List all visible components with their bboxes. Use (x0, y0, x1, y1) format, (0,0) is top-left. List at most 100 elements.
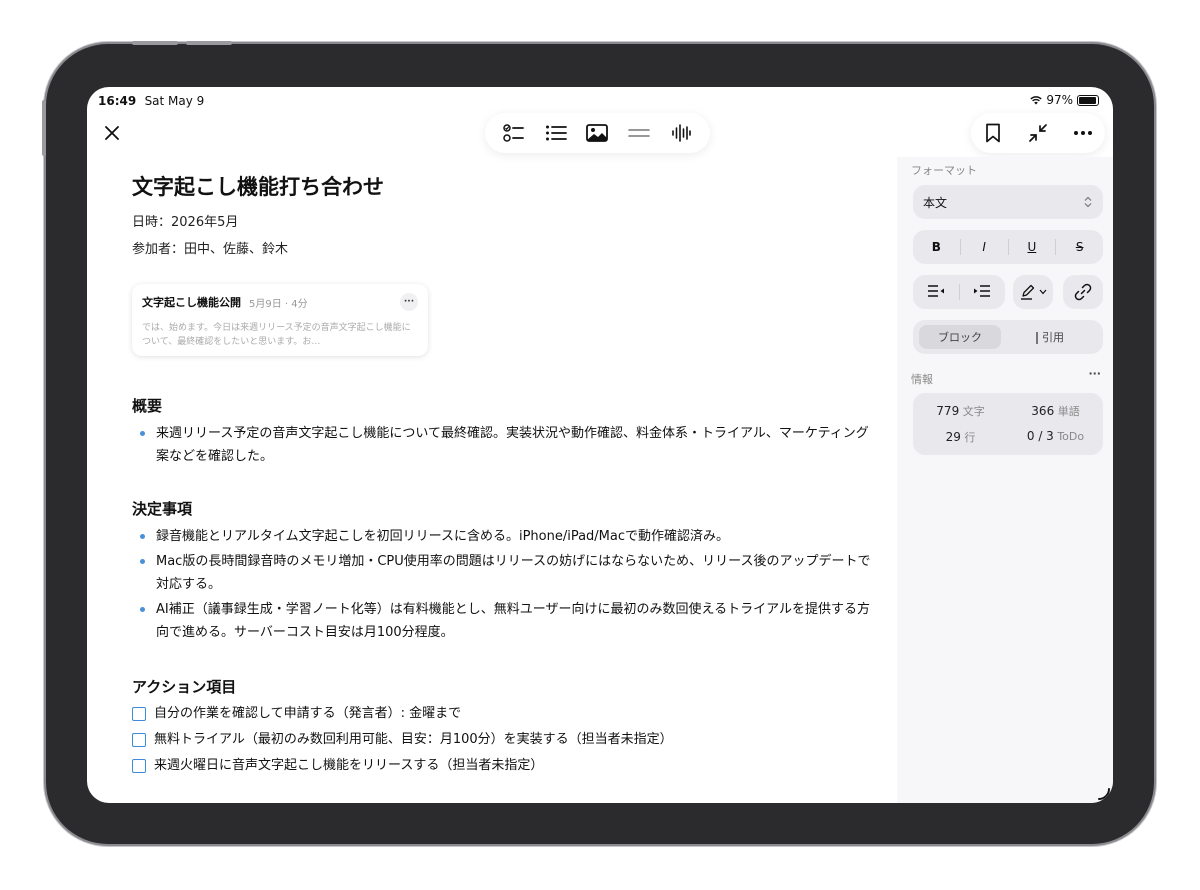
decisions-heading[interactable]: 決定事項 (132, 498, 872, 519)
checklist-icon (503, 124, 524, 142)
indent-button[interactable] (960, 284, 1006, 301)
chevron-down-icon (1039, 289, 1046, 295)
status-right: 97% (1030, 93, 1099, 107)
overview-heading[interactable]: 概要 (132, 395, 872, 416)
top-button-1 (132, 41, 178, 45)
outdent-icon (927, 284, 944, 297)
document-title[interactable]: 文字起こし機能打ち合わせ (132, 171, 872, 201)
stat-item: 366 単語 (1008, 403, 1103, 419)
todo-text[interactable]: 来週火曜日に音声文字起こし機能をリリースする（担当者未指定） (154, 753, 543, 779)
todo-item[interactable]: 無料トライアル（最初のみ数回利用可能、目安：月100分）を実装する（担当者未指定… (132, 727, 872, 753)
overview-section: 概要 来週リリース予定の音声文字起こし機能について最終確認。実装状況や動作確認、… (132, 395, 872, 468)
top-button-2 (186, 41, 232, 45)
decisions-section: 決定事項 録音機能とリアルタイム文字起こしを初回リリースに含める。iPhone/… (132, 498, 872, 644)
bookmark-icon (986, 123, 1001, 143)
todo-item[interactable]: 自分の作業を確認して申請する（発言者）: 金曜まで (132, 701, 872, 727)
todo-item[interactable]: 来週火曜日に音声文字起こし機能をリリースする（担当者未指定） (132, 753, 872, 779)
stat-unit: ToDo (1053, 430, 1085, 443)
todo-text[interactable]: 無料トライアル（最初のみ数回利用可能、目安：月100分）を実装する（担当者未指定… (154, 727, 673, 753)
waveform-icon (672, 124, 691, 142)
list-item[interactable]: AI補正（議事録生成・学習ノート化等）は有料機能とし、無料ユーザー向けに最初のみ… (132, 598, 872, 644)
todo-checkbox[interactable] (132, 759, 146, 773)
bookmark-button[interactable] (979, 119, 1007, 147)
document-header: 文字起こし機能打ち合わせ 日時：2026年5月 参加者：田中、佐藤、鈴木 (132, 171, 872, 257)
highlight-button[interactable] (1013, 275, 1053, 309)
stat-number: 29 (945, 430, 961, 444)
info-label: 情報 (911, 373, 933, 386)
bold-button[interactable]: B (913, 240, 960, 254)
strikethrough-button[interactable]: S (1056, 240, 1103, 254)
list-item[interactable]: 来週リリース予定の音声文字起こし機能について最終確認。実装状況や動作確認、料金体… (132, 422, 872, 468)
checklist-button[interactable] (500, 119, 528, 147)
divider-icon (628, 129, 651, 137)
list-icon (545, 125, 567, 141)
outdent-button[interactable] (913, 284, 959, 301)
block-quote-group: ブロック 引用 (913, 320, 1103, 354)
stats-grid: 779 文字 366 単語 29 行0 / 3 ToDo (913, 393, 1103, 455)
side-button (42, 100, 46, 156)
date-line[interactable]: 日時：2026年5月 (132, 211, 872, 230)
list-item[interactable]: Mac版の長時間録音時のメモリ増加・CPU使用率の問題はリリースの妨げにはならな… (132, 550, 872, 596)
more-button[interactable] (1069, 119, 1097, 147)
recording-preview: では、始めます。今日は来週リリース予定の音声文字起こし機能について、最終確認をし… (142, 323, 411, 347)
recording-meta: 5月9日 · 4分 (249, 298, 308, 310)
recording-title: 文字起こし機能公開 (142, 296, 241, 309)
text-style-group: B I U S (913, 230, 1103, 264)
more-icon (1073, 131, 1092, 135)
indent-icon (974, 284, 991, 297)
paragraph-style-value: 本文 (923, 195, 948, 210)
status-bar: 16:49 Sat May 9 97% (87, 87, 1113, 115)
link-button[interactable] (1063, 275, 1103, 309)
actions-heading[interactable]: アクション項目 (132, 676, 872, 697)
info-more-button[interactable]: ··· (1088, 367, 1101, 380)
battery-icon (1077, 94, 1099, 106)
battery-percent: 97% (1046, 93, 1073, 107)
link-icon (1074, 283, 1092, 301)
pen-icon (1020, 284, 1034, 300)
stat-number: 366 (1031, 404, 1055, 418)
recording-card-header: 文字起こし機能公開 5月9日 · 4分 ··· (142, 293, 418, 311)
stat-number: 779 (936, 404, 960, 418)
todo-checkbox[interactable] (132, 707, 146, 721)
image-icon (586, 124, 609, 142)
indent-group (913, 275, 1005, 309)
block-label: ブロック (938, 331, 982, 344)
quote-bar-icon (1036, 331, 1038, 344)
close-button[interactable] (97, 118, 127, 148)
block-button[interactable]: ブロック (919, 325, 1001, 349)
screen: 16:49 Sat May 9 97% 文字起こし機能打ち合わせ 日時：2026… (87, 87, 1113, 803)
format-label: フォーマット (911, 164, 977, 177)
bullet-list-button[interactable] (542, 119, 570, 147)
status-time: 16:49 Sat May 9 (98, 94, 205, 108)
stat-unit: 行 (960, 431, 976, 444)
quote-label: 引用 (1042, 331, 1064, 344)
updown-chevron-icon (1084, 196, 1092, 208)
collapse-button[interactable] (1024, 119, 1052, 147)
list-item[interactable]: 録音機能とリアルタイム文字起こしを初回リリースに含める。iPhone/iPad/… (132, 525, 872, 548)
recording-more-button[interactable]: ··· (400, 293, 418, 311)
wifi-icon (1030, 96, 1043, 105)
right-toolbar (971, 113, 1105, 153)
actions-section: アクション項目 自分の作業を確認して申請する（発言者）: 金曜まで 無料トライア… (132, 676, 872, 779)
stat-item: 29 行 (913, 429, 1008, 445)
italic-button[interactable]: I (961, 240, 1008, 254)
resize-handle-icon[interactable] (1098, 788, 1110, 800)
format-sidebar: フォーマット 本文 B I U S ブロック 引用 情報 ··· 779 文字 … (897, 157, 1113, 803)
divider-button[interactable] (625, 119, 653, 147)
insert-toolbar (485, 113, 710, 153)
participants-line[interactable]: 参加者：田中、佐藤、鈴木 (132, 238, 872, 257)
document-stats: 779 文字 366 単語 29 行0 / 3 ToDo (913, 393, 1103, 455)
paragraph-style-select[interactable]: 本文 (913, 185, 1103, 219)
stat-number: 0 / 3 (1026, 429, 1054, 443)
stat-unit: 単語 (1054, 405, 1080, 418)
todo-checkbox[interactable] (132, 733, 146, 747)
quote-button[interactable]: 引用 (1001, 329, 1099, 345)
stat-unit: 文字 (959, 405, 985, 418)
stat-item: 0 / 3 ToDo (1008, 429, 1103, 445)
todo-text[interactable]: 自分の作業を確認して申請する（発言者）: 金曜まで (154, 701, 461, 727)
collapse-icon (1029, 124, 1047, 142)
record-button[interactable] (667, 119, 695, 147)
underline-button[interactable]: U (1009, 240, 1056, 254)
image-button[interactable] (583, 119, 611, 147)
recording-card[interactable]: 文字起こし機能公開 5月9日 · 4分 ··· では、始めます。今日は来週リリー… (132, 284, 428, 356)
